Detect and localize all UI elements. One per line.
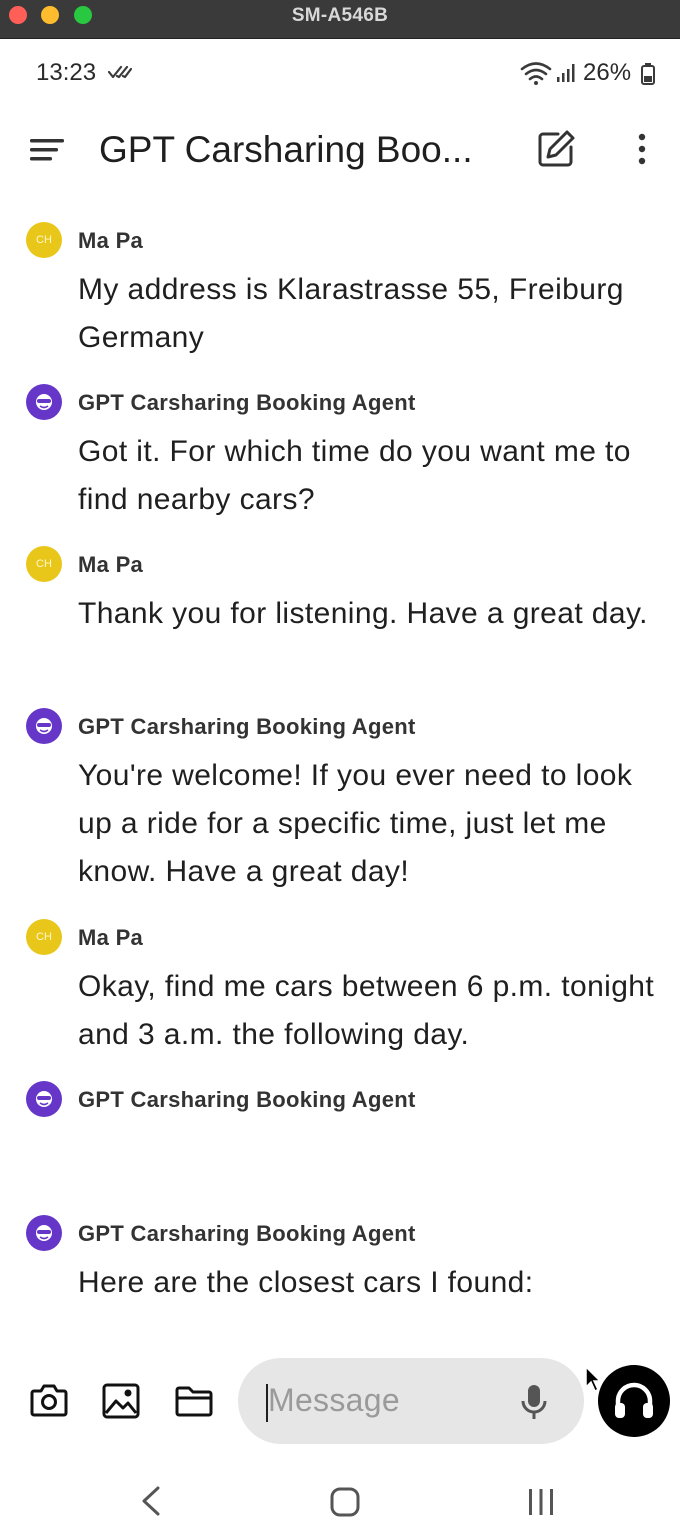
message-text: You're welcome! If you ever need to look…: [78, 759, 633, 888]
system-nav-bar: [0, 1460, 680, 1536]
user-avatar: CH: [26, 919, 62, 955]
window-titlebar: SM-A546B: [0, 0, 680, 39]
message-sender: Ma Pa: [78, 552, 144, 577]
message-text: My address is Klarastrasse 55, Freiburg …: [78, 273, 624, 354]
bot-avatar: [26, 708, 62, 744]
bot-avatar: [26, 1215, 62, 1251]
bot-icon: [36, 1091, 52, 1107]
more-options-icon[interactable]: [635, 133, 649, 170]
message-text: Okay, find me cars between 6 p.m. tonigh…: [78, 970, 655, 1051]
avatar-initials: CH: [36, 234, 52, 246]
chat-title: GPT Carsharing Boo...: [99, 129, 473, 170]
recents-icon[interactable]: [526, 1487, 556, 1522]
window-title: SM-A546B: [291, 5, 389, 26]
message-text: Here are the closest cars I found:: [78, 1266, 534, 1299]
folder-icon[interactable]: [175, 1385, 213, 1422]
headset-icon: [615, 1382, 653, 1418]
battery-icon: [641, 63, 655, 90]
bot-avatar: [26, 384, 62, 420]
signal-icon: [556, 63, 576, 88]
message-sender: GPT Carsharing Booking Agent: [78, 390, 416, 415]
edit-icon[interactable]: [536, 129, 576, 174]
bot-icon: [36, 1225, 52, 1241]
wifi-icon: [520, 61, 552, 90]
mic-icon[interactable]: [520, 1383, 548, 1426]
user-avatar: CH: [26, 546, 62, 582]
mouse-pointer-icon: [584, 1365, 602, 1398]
message-sender: Ma Pa: [78, 925, 144, 950]
message-sender: Ma Pa: [78, 228, 144, 253]
message-placeholder: Message: [268, 1382, 400, 1418]
user-avatar: CH: [26, 222, 62, 258]
image-icon[interactable]: [102, 1383, 140, 1424]
message-sender: GPT Carsharing Booking Agent: [78, 714, 416, 739]
message-text: Thank you for listening. Have a great da…: [78, 597, 648, 630]
message-input[interactable]: Message: [238, 1358, 584, 1444]
status-bar: 13:23 26%: [0, 39, 680, 105]
status-time: 13:23: [36, 59, 97, 86]
back-icon[interactable]: [140, 1486, 162, 1521]
bot-icon: [36, 718, 52, 734]
avatar-initials: CH: [36, 931, 52, 943]
voice-mode-button[interactable]: [598, 1365, 670, 1437]
menu-icon[interactable]: [30, 138, 66, 167]
app-bar: GPT Carsharing Boo...: [0, 105, 680, 193]
bot-avatar: [26, 1081, 62, 1117]
avatar-initials: CH: [36, 558, 52, 570]
bot-icon: [36, 394, 52, 410]
home-icon[interactable]: [330, 1487, 360, 1522]
delivered-check-icon: [107, 65, 133, 84]
camera-icon[interactable]: [30, 1383, 68, 1422]
message-text: Got it. For which time do you want me to…: [78, 435, 631, 516]
message-sender: GPT Carsharing Booking Agent: [78, 1221, 416, 1246]
message-sender: GPT Carsharing Booking Agent: [78, 1087, 416, 1112]
battery-percentage: 26%: [583, 59, 632, 86]
composer-bar: Message: [0, 1355, 680, 1447]
